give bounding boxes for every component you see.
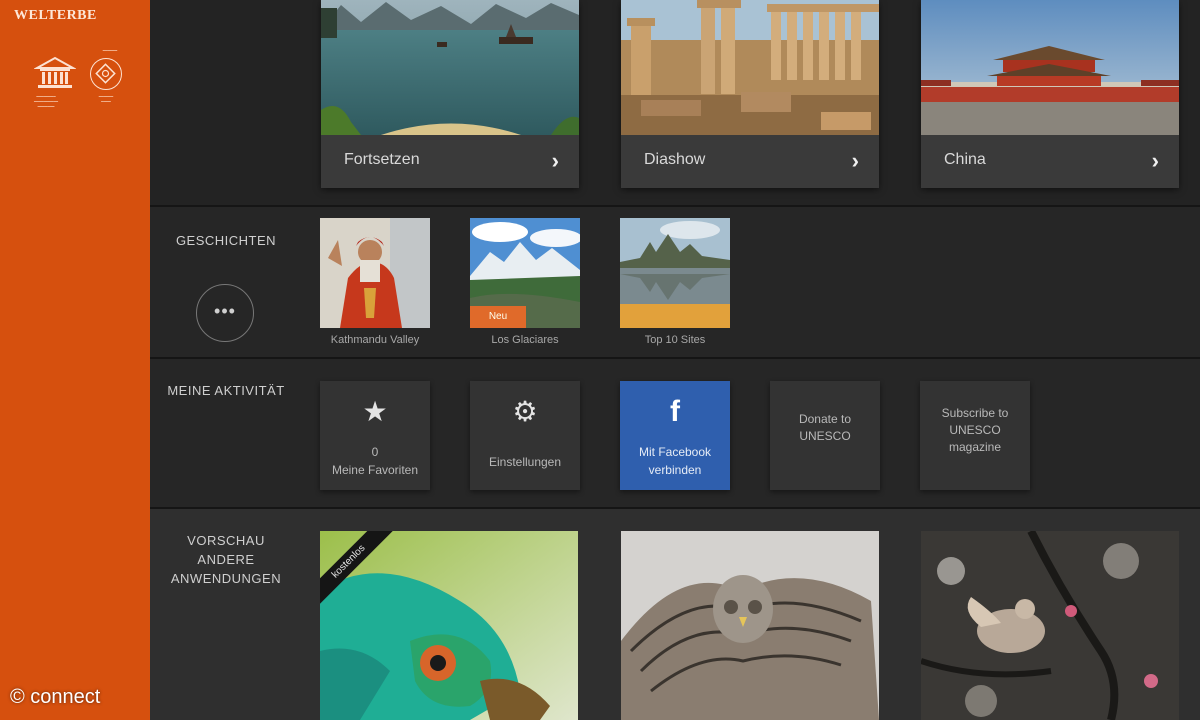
facebook-label: Mit Facebook verbinden	[638, 445, 712, 477]
slideshow-label: Diashow	[644, 151, 706, 168]
sponsor-logos: ━━━━━━━━ ━━━━━━━━━━ ━━━━━━━ ━━━━━━ ━━━━━━ ━…	[14, 48, 134, 120]
continue-bar: Fortsetzen ›	[321, 135, 579, 188]
donate-label: Donate to UNESCO	[798, 412, 852, 443]
unesco-logo-icon	[34, 56, 76, 88]
story-los-glaciares-label: Los Glaciares	[491, 334, 559, 346]
subscribe-tile[interactable]: Subscribe to UNESCO magazine	[920, 381, 1030, 490]
activity-heading: MEINE AKTIVITÄT	[167, 383, 285, 398]
china-image	[921, 0, 1179, 135]
facebook-icon: f	[670, 395, 680, 428]
continue-image	[321, 0, 579, 135]
whc-caption: ━━━━━━ ━━━━	[98, 94, 114, 104]
settings-tile[interactable]: ⚙ Einstellungen	[470, 381, 580, 490]
favorites-count: 0	[371, 445, 379, 459]
world-heritage-emblem-icon	[90, 58, 122, 90]
watermark: © connect	[10, 686, 101, 708]
card-china[interactable]: China ›	[921, 0, 1179, 188]
chevron-right-icon: ›	[551, 148, 559, 173]
top10-image	[620, 218, 730, 328]
slideshow-image	[621, 0, 879, 135]
unesco-caption: ━━━━━━━━ ━━━━━━━━━━ ━━━━━━━	[33, 94, 59, 109]
kathmandu-image	[320, 218, 430, 328]
facebook-connect-tile[interactable]: f Mit Facebook verbinden	[620, 381, 730, 490]
preview-app-chameleon[interactable]: kostenlos	[320, 531, 578, 720]
preview-heading: VORSCHAU ANDERE ANWENDUNGEN	[170, 533, 282, 586]
los-glaciares-image: Neu	[470, 218, 580, 328]
whc-caption-top: ━━━━━━	[102, 48, 118, 53]
china-label: China	[944, 151, 986, 168]
story-los-glaciares[interactable]: Neu Los Glaciares	[470, 218, 580, 346]
card-slideshow[interactable]: Diashow ›	[621, 0, 879, 188]
more-stories-button[interactable]: •••	[196, 284, 254, 342]
story-top10-label: Top 10 Sites	[644, 334, 706, 346]
gear-icon: ⚙	[512, 396, 538, 427]
donate-tile[interactable]: Donate to UNESCO	[770, 381, 880, 490]
stories-heading: GESCHICHTEN	[175, 233, 277, 248]
whc-emblem-icon	[95, 63, 116, 84]
subscribe-label: Subscribe to UNESCO magazine	[941, 406, 1009, 454]
slideshow-bar: Diashow ›	[621, 135, 879, 188]
favorites-tile[interactable]: ★ 0 Meine Favoriten	[320, 381, 430, 490]
story-kathmandu[interactable]: Kathmandu Valley	[320, 218, 430, 346]
star-icon: ★	[362, 396, 388, 427]
preview-app-bird[interactable]	[921, 531, 1179, 720]
story-top10[interactable]: Top 10 Sites	[620, 218, 730, 346]
preview-app-owl[interactable]	[621, 531, 879, 720]
settings-label: Einstellungen	[488, 455, 562, 469]
china-bar: China ›	[921, 135, 1179, 188]
favorites-text: 0 Meine Favoriten	[320, 443, 430, 479]
chevron-right-icon: ›	[851, 148, 859, 173]
app-root: WELTERBE ━━━━━━━━ ━━━━━━━━━━ ━━━━━━━ ━━━━━…	[0, 0, 1200, 720]
card-continue[interactable]: Fortsetzen ›	[321, 0, 579, 188]
app-brand[interactable]: WELTERBE	[14, 8, 97, 24]
sidebar: WELTERBE ━━━━━━━━ ━━━━━━━━━━ ━━━━━━━ ━━━━━…	[0, 0, 150, 720]
bird-image	[921, 531, 1179, 720]
new-badge: Neu	[470, 306, 526, 328]
continue-label: Fortsetzen	[344, 151, 420, 168]
chevron-right-icon: ›	[1151, 148, 1159, 173]
story-kathmandu-label: Kathmandu Valley	[330, 334, 420, 346]
owl-image	[621, 531, 879, 720]
favorites-label: Meine Favoriten	[331, 463, 419, 477]
